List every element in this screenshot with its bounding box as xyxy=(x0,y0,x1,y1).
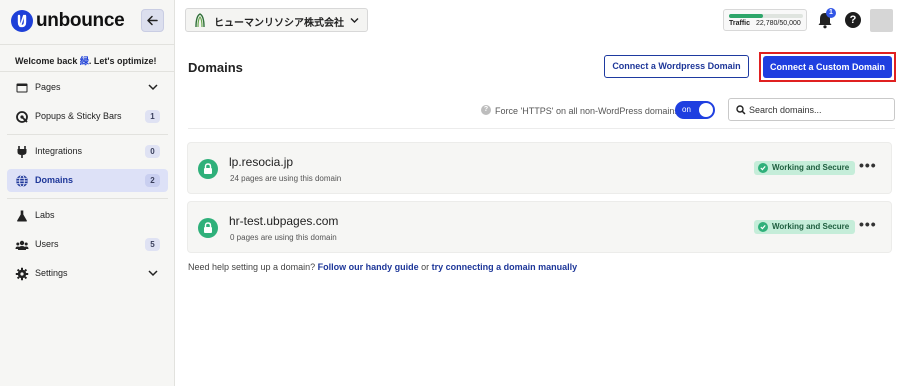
toggle-label: on xyxy=(682,105,691,114)
info-icon[interactable]: ? xyxy=(481,105,491,115)
connect-wordpress-domain-button[interactable]: Connect a Wordpress Domain xyxy=(604,55,749,78)
connect-manually-link[interactable]: try connecting a domain manually xyxy=(432,262,578,272)
search-icon xyxy=(736,105,746,115)
sidebar-item-label: Labs xyxy=(35,210,55,220)
status-badge: Working and Secure xyxy=(754,161,856,175)
count-badge: 1 xyxy=(145,110,160,123)
notification-count-badge: 1 xyxy=(826,8,836,18)
workspace-logo-icon xyxy=(195,13,205,28)
avatar[interactable] xyxy=(870,9,893,32)
sidebar: unbounce Welcome back 緑. Let's optimize!… xyxy=(0,0,175,386)
connect-custom-domain-button[interactable]: Connect a Custom Domain xyxy=(763,56,892,78)
page-title: Domains xyxy=(188,60,243,75)
domain-row[interactable]: lp.resocia.jp 24 pages are using this do… xyxy=(187,142,892,194)
users-icon xyxy=(15,240,29,250)
traffic-progress-bar xyxy=(729,14,803,18)
highlight-box: Connect a Custom Domain xyxy=(759,52,896,82)
domain-page-count: 0 pages are using this domain xyxy=(230,233,337,242)
flask-icon xyxy=(17,210,27,222)
domain-row[interactable]: hr-test.ubpages.com 0 pages are using th… xyxy=(187,201,892,253)
sidebar-item-label: Integrations xyxy=(35,146,83,156)
force-https-toggle[interactable]: on xyxy=(675,101,715,119)
welcome-suffix: . Let's optimize! xyxy=(88,56,157,66)
welcome-user-name: 緑 xyxy=(79,56,89,66)
sidebar-item-users[interactable]: Users 5 xyxy=(7,233,168,256)
welcome-message: Welcome back 緑. Let's optimize! xyxy=(0,44,174,72)
traffic-value: 22,780/50,000 xyxy=(756,20,801,27)
help-prefix: Need help setting up a domain? xyxy=(188,262,318,272)
lock-icon xyxy=(198,218,218,238)
domain-name[interactable]: lp.resocia.jp xyxy=(229,155,293,169)
nav-divider xyxy=(7,134,168,135)
sidebar-item-pages[interactable]: Pages xyxy=(7,76,168,99)
follow-guide-link[interactable]: Follow our handy guide xyxy=(318,262,419,272)
more-options-icon[interactable]: ••• xyxy=(859,158,879,174)
workspace-name: ヒューマンリソシア株式会社 xyxy=(214,18,344,29)
search-domains[interactable] xyxy=(728,98,895,121)
pages-icon xyxy=(16,83,28,93)
unbounce-logo-icon xyxy=(11,10,33,32)
sidebar-item-settings[interactable]: Settings xyxy=(7,262,168,285)
workspace-selector[interactable]: ヒューマンリソシア株式会社 xyxy=(185,8,368,32)
count-badge: 5 xyxy=(145,238,160,251)
globe-icon xyxy=(16,174,28,188)
domain-page-count: 24 pages are using this domain xyxy=(230,174,342,183)
logo[interactable]: unbounce xyxy=(11,9,164,33)
lock-icon xyxy=(198,159,218,179)
more-options-icon[interactable]: ••• xyxy=(859,217,879,233)
chevron-down-icon xyxy=(350,18,359,23)
status-text: Working and Secure xyxy=(772,163,850,172)
chevron-down-icon xyxy=(148,270,158,277)
search-input[interactable] xyxy=(749,102,889,117)
logo-text: unbounce xyxy=(36,10,125,31)
sidebar-item-label: Pages xyxy=(35,82,61,92)
notifications-button[interactable]: 1 xyxy=(816,8,836,29)
status-badge: Working and Secure xyxy=(754,220,856,234)
help-button[interactable]: ? xyxy=(845,12,861,28)
count-badge: 2 xyxy=(145,174,160,187)
sidebar-item-label: Domains xyxy=(35,175,74,185)
status-text: Working and Secure xyxy=(772,222,850,231)
sidebar-item-domains[interactable]: Domains 2 xyxy=(7,169,168,192)
force-https-label: Force 'HTTPS' on all non-WordPress domai… xyxy=(495,106,679,116)
popups-icon xyxy=(16,111,28,123)
sidebar-item-label: Popups & Sticky Bars xyxy=(35,111,122,121)
sidebar-item-label: Users xyxy=(35,239,59,249)
toggle-knob xyxy=(699,103,713,117)
chevron-down-icon xyxy=(148,84,158,91)
traffic-usage[interactable]: Traffic 22,780/50,000 xyxy=(723,9,807,31)
sidebar-item-label: Settings xyxy=(35,268,68,278)
sidebar-item-labs[interactable]: Labs xyxy=(7,204,168,227)
gear-icon xyxy=(15,267,29,281)
nav-divider xyxy=(7,198,168,199)
help-text: Need help setting up a domain? Follow ou… xyxy=(188,262,577,272)
sidebar-item-popups[interactable]: Popups & Sticky Bars 1 xyxy=(7,105,168,128)
check-icon xyxy=(758,163,768,173)
arrow-left-icon xyxy=(147,15,158,26)
domain-name[interactable]: hr-test.ubpages.com xyxy=(229,214,338,228)
plug-icon xyxy=(17,146,27,158)
collapse-sidebar-button[interactable] xyxy=(141,9,164,32)
main-content: Domains Connect a Wordpress Domain Conne… xyxy=(175,40,906,386)
check-icon xyxy=(758,222,768,232)
traffic-label: Traffic xyxy=(729,20,751,27)
sidebar-item-integrations[interactable]: Integrations 0 xyxy=(7,140,168,163)
top-bar: ヒューマンリソシア株式会社 Traffic 22,780/50,000 1 ? xyxy=(175,0,906,40)
count-badge: 0 xyxy=(145,145,160,158)
welcome-prefix: Welcome back xyxy=(15,56,80,66)
help-mid: or xyxy=(418,262,432,272)
traffic-progress-fill xyxy=(729,14,763,18)
divider xyxy=(188,128,895,129)
